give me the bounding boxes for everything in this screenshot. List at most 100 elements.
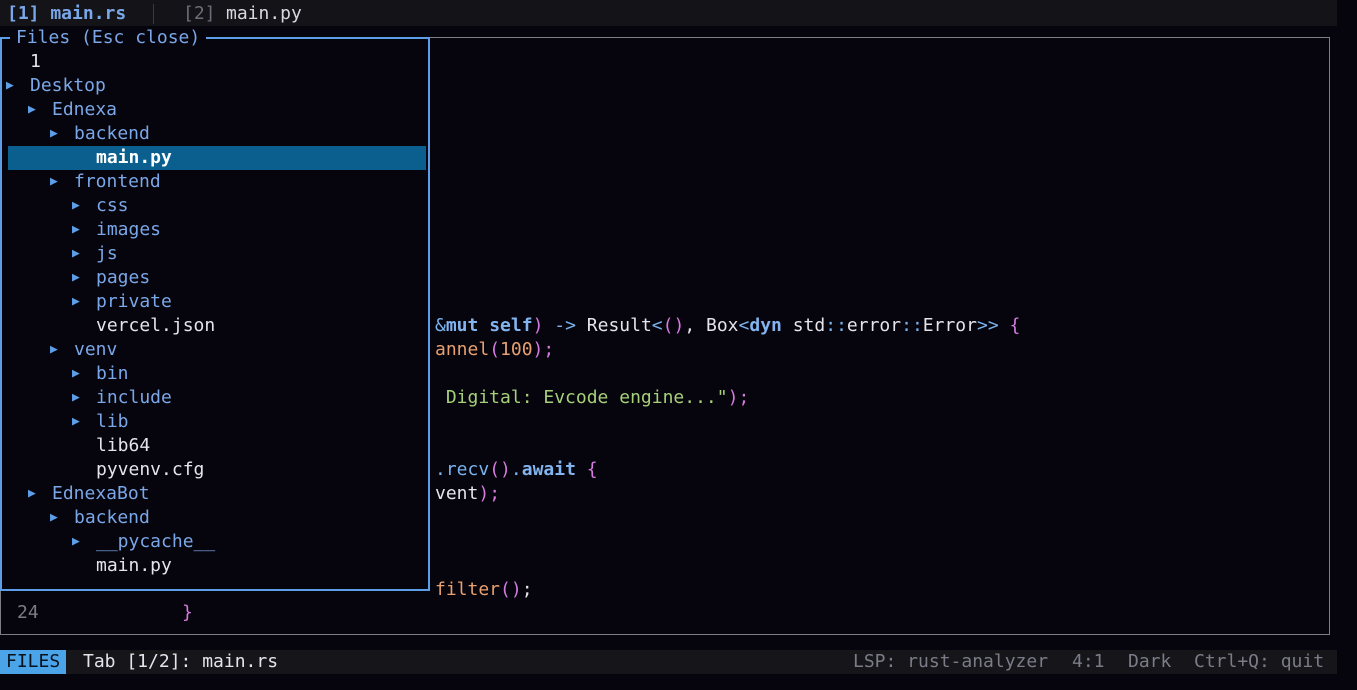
tree-item-label: venv — [74, 339, 118, 360]
tree-item-label: Ednexa — [52, 99, 118, 120]
code-token: ); — [727, 387, 750, 408]
code-token: filter — [435, 579, 501, 600]
tree-item-label: main.py — [96, 147, 172, 168]
code-token: , Box — [684, 315, 739, 336]
cursor-position: 4:1 — [1072, 651, 1105, 672]
triangle-right-icon[interactable]: ▶ — [72, 290, 80, 314]
tree-item-label: bin — [96, 363, 129, 384]
code-token: ); — [532, 339, 555, 360]
tab-info: Tab [1/2]: main.rs — [83, 651, 279, 672]
code-token: mut — [445, 315, 479, 336]
tree-folder[interactable]: ▶ backend — [8, 506, 426, 530]
code-line[interactable]: vent); — [435, 482, 500, 506]
tree-item-label: 1 — [30, 51, 41, 72]
code-token: < — [738, 315, 750, 336]
triangle-right-icon[interactable]: ▶ — [72, 194, 80, 218]
tree-item-label: frontend — [74, 171, 161, 192]
triangle-right-icon[interactable]: ▶ — [72, 266, 80, 290]
code-line[interactable]: filter(); — [435, 578, 533, 602]
tree-file[interactable]: lib64 — [8, 434, 426, 458]
tree-folder[interactable]: ▶ images — [8, 218, 426, 242]
tree-folder[interactable]: ▶ css — [8, 194, 426, 218]
tree-folder[interactable]: ▶ private — [8, 290, 426, 314]
tree-item-label: main.py — [96, 555, 172, 576]
tree-folder[interactable]: ▶ include — [8, 386, 426, 410]
tab-main-py-index[interactable]: [2] — [183, 3, 216, 25]
tree-item-label: backend — [74, 507, 150, 528]
triangle-right-icon[interactable]: ▶ — [28, 98, 36, 122]
code-token: Result — [586, 315, 652, 336]
triangle-right-icon[interactable]: ▶ — [50, 506, 58, 530]
triangle-right-icon[interactable]: ▶ — [72, 218, 80, 242]
tab-divider — [153, 4, 154, 24]
tree-item-label: __pycache__ — [96, 531, 216, 552]
triangle-right-icon[interactable]: ▶ — [72, 530, 80, 554]
code-token: } — [182, 602, 193, 623]
code-token: . — [510, 459, 522, 480]
tree-folder[interactable]: ▶ js — [8, 242, 426, 266]
tree-folder[interactable]: ▶ Desktop — [6, 74, 426, 98]
code-token: () — [662, 315, 685, 336]
triangle-right-icon[interactable]: ▶ — [50, 170, 58, 194]
mode-badge: FILES — [0, 650, 67, 674]
tree-item-label: private — [96, 291, 172, 312]
tree-item-label: pages — [96, 267, 151, 288]
tree-folder[interactable]: ▶ __pycache__ — [8, 530, 426, 554]
code-token: ) — [532, 315, 544, 336]
tab-bar: [1] main.rs [2] main.py — [0, 0, 1337, 26]
triangle-right-icon[interactable]: ▶ — [72, 362, 80, 386]
code-token: recv — [445, 459, 490, 480]
line-number: 24 — [17, 602, 39, 623]
code-token: -> — [543, 315, 587, 336]
triangle-right-icon[interactable]: ▶ — [72, 410, 80, 434]
tree-folder[interactable]: ▶ lib — [8, 410, 426, 434]
tree-file[interactable]: main.py — [8, 146, 426, 170]
code-line[interactable]: annel(100); — [435, 338, 554, 362]
tree-folder[interactable]: ▶ venv — [8, 338, 426, 362]
code-line[interactable]: .recv().await { — [435, 458, 598, 482]
file-explorer-panel: 1 ▶ Desktop ▶ Ednexa ▶ backend main.py ▶ frontend… — [0, 37, 430, 591]
triangle-right-icon[interactable]: ▶ — [6, 74, 14, 98]
code-token: self — [489, 315, 533, 336]
tree-file[interactable]: main.py — [8, 554, 426, 578]
code-token: Error — [922, 315, 977, 336]
code-token: { — [1009, 315, 1021, 336]
tree-item-label: images — [96, 219, 162, 240]
quit-hint: Ctrl+Q: quit — [1194, 651, 1325, 672]
code-token: () — [500, 579, 522, 600]
triangle-right-icon[interactable]: ▶ — [72, 386, 80, 410]
code-token: Digital: Evcode engine..." — [435, 387, 728, 408]
code-token: vent — [435, 483, 479, 504]
code-token: std — [781, 315, 826, 336]
triangle-right-icon[interactable]: ▶ — [72, 242, 80, 266]
tree-file[interactable]: pyvenv.cfg — [8, 458, 426, 482]
code-token: & — [435, 315, 446, 336]
code-token: error — [846, 315, 902, 336]
tree-folder[interactable]: ▶ backend — [8, 122, 426, 146]
tree-folder[interactable]: ▶ Ednexa — [8, 98, 426, 122]
tree-item-label: css — [96, 195, 129, 216]
tree-folder[interactable]: ▶ EdnexaBot — [8, 482, 426, 506]
triangle-right-icon[interactable]: ▶ — [50, 338, 58, 362]
tab-main-py[interactable]: main.py — [226, 3, 302, 25]
code-token: < — [651, 315, 663, 336]
code-line[interactable]: Digital: Evcode engine..."); — [435, 386, 749, 410]
status-bar: FILES Tab [1/2]: main.rs LSP: rust-analy… — [0, 650, 1337, 674]
tree-item-label: backend — [74, 123, 150, 144]
tree-file[interactable]: vercel.json — [8, 314, 426, 338]
tree-file[interactable]: 1 — [8, 50, 426, 74]
tree-item-label: lib — [96, 411, 129, 432]
tree-folder[interactable]: ▶ frontend — [8, 170, 426, 194]
tree-folder[interactable]: ▶ pages — [8, 266, 426, 290]
tab-main-rs[interactable]: [1] main.rs — [7, 3, 126, 25]
tree-folder[interactable]: ▶ bin — [8, 362, 426, 386]
code-token: :: — [825, 315, 847, 336]
code-token: ); — [478, 483, 501, 504]
triangle-right-icon[interactable]: ▶ — [50, 122, 58, 146]
code-line[interactable]: &mut self) -> Result<(), Box<dyn std::er… — [435, 314, 1020, 338]
triangle-right-icon[interactable]: ▶ — [28, 482, 36, 506]
code-token: await — [521, 459, 576, 480]
